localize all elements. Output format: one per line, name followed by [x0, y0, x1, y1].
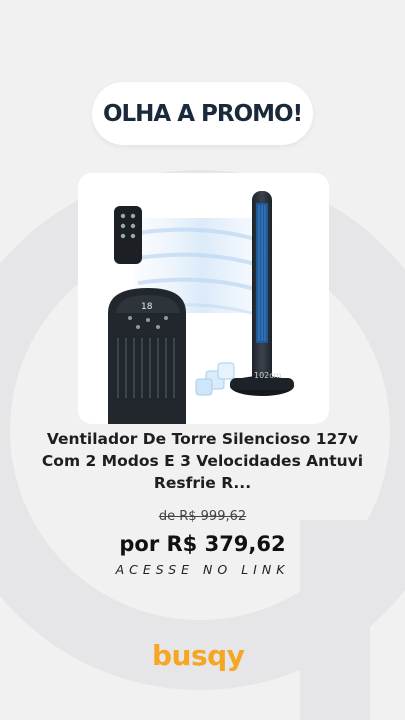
svg-text:102cm: 102cm	[254, 371, 282, 380]
old-price: de R$ 999,62	[158, 509, 247, 524]
access-link-cta[interactable]: ACESSE NO LINK	[0, 562, 405, 577]
ice-cubes-icon	[195, 362, 235, 396]
promo-heading: OLHA A PROMO!	[102, 100, 303, 127]
product-title[interactable]: Ventilador De Torre Silencioso 127v Com …	[40, 428, 365, 494]
promo-page: OLHA A PROMO! 102cm 18 Ventilador De Tor…	[0, 0, 405, 720]
svg-text:18: 18	[141, 302, 153, 312]
promo-banner: OLHA A PROMO!	[92, 82, 313, 145]
fan-closeup: 18	[108, 288, 186, 424]
remote-control-icon	[114, 206, 142, 264]
busqy-logo: busqy	[152, 639, 245, 672]
product-image: 102cm 18	[108, 191, 294, 424]
current-price: por R$ 379,62	[119, 532, 286, 556]
product-image-card[interactable]: 102cm 18	[78, 173, 329, 424]
